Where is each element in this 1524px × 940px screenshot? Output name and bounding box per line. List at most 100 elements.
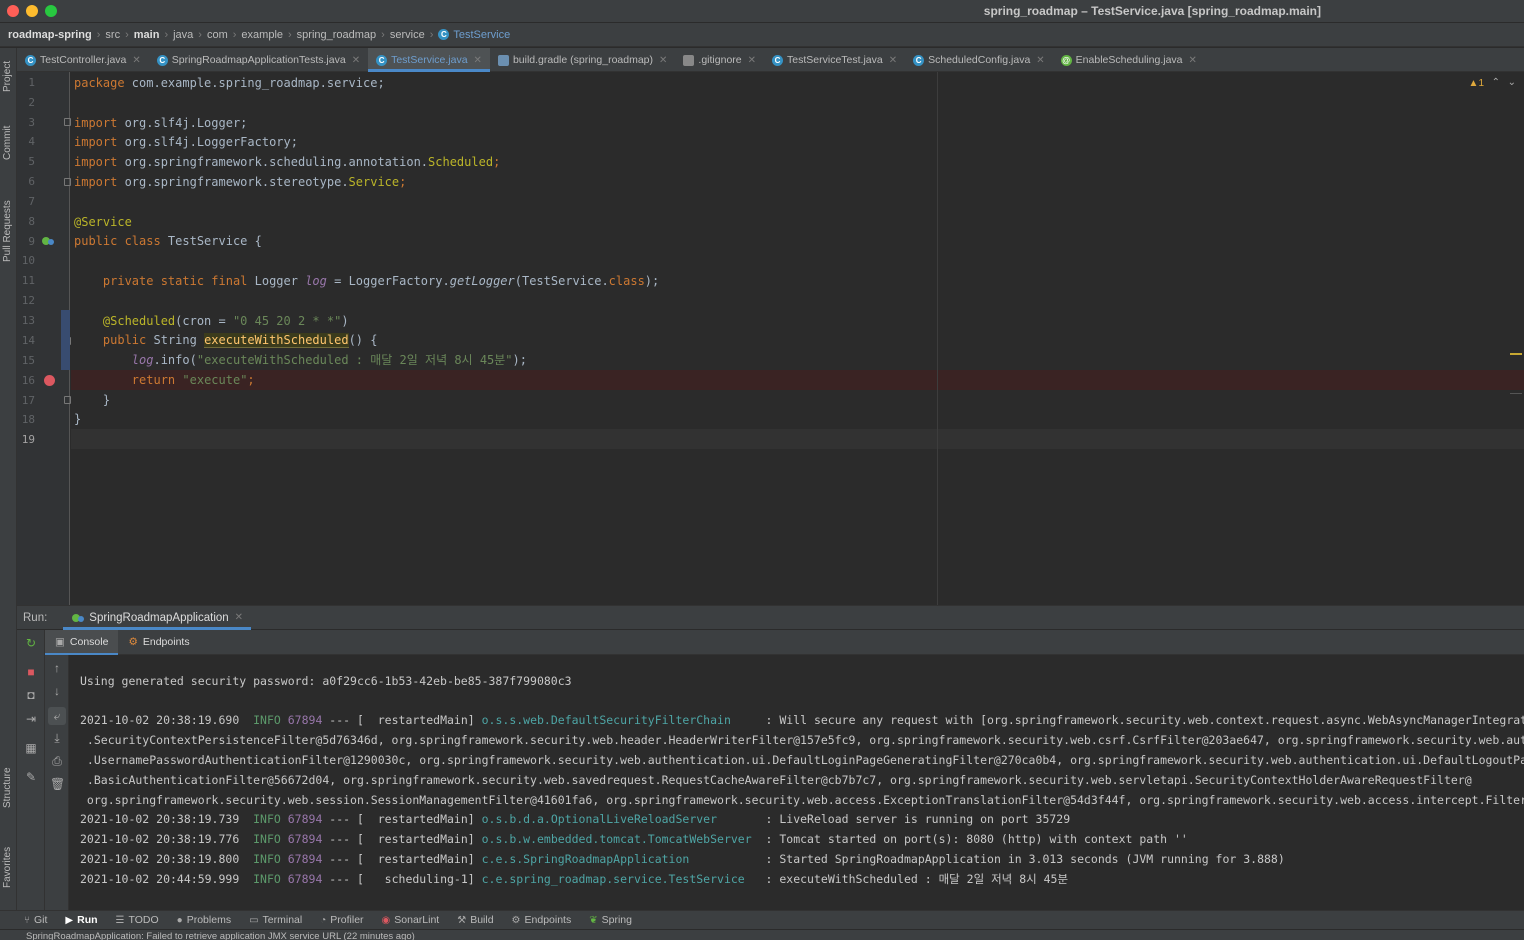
tab-scheduledconfig[interactable]: C ScheduledConfig.java ✕ [905,48,1053,72]
soft-wrap-icon[interactable]: ⤶ [48,707,66,725]
endpoints-tool-button[interactable]: ⚙ Endpoints [512,914,572,926]
scroll-up-icon[interactable]: ↑ [50,661,64,675]
breadcrumb-item[interactable]: com [207,29,228,41]
endpoints-icon: ⚙ [128,636,138,648]
pull-requests-tool-button[interactable]: Pull Requests [2,200,13,262]
scrollbar-marker[interactable] [1510,353,1522,355]
snapshot-icon[interactable]: ◘ [24,688,38,702]
layout-icon[interactable]: ▦ [24,741,38,755]
breadcrumb-item-current[interactable]: TestService [453,29,510,41]
breadcrumb-item[interactable]: spring_roadmap [297,29,377,41]
caret-row-highlight [71,429,1524,449]
breakpoint-icon[interactable] [44,375,55,386]
tab-testcontroller[interactable]: C TestController.java ✕ [17,48,149,72]
breadcrumb-item[interactable]: roadmap-spring [8,29,92,41]
close-tab-icon[interactable]: ✕ [748,55,756,66]
fold-marker-icon[interactable] [64,118,71,126]
scroll-down-icon[interactable]: ↓ [50,684,64,698]
warning-indicator[interactable]: ▲1 [1469,78,1484,89]
console-output[interactable]: Using generated security password: a0f29… [69,655,1524,910]
editor-gutter[interactable]: 1 2 3 4 5 6 7 8 9 10 11 12 13 14 15 16 1… [17,72,71,605]
status-message[interactable]: SpringRoadmapApplication: Failed to retr… [26,931,415,940]
close-tab-icon[interactable]: ✕ [1036,55,1044,66]
project-tool-button[interactable]: Project [2,61,13,92]
tab-endpoints[interactable]: ⚙ Endpoints [118,630,199,655]
class-icon: C [913,54,925,66]
tab-console[interactable]: ▣ Console [45,629,119,655]
code-editor[interactable]: 1 2 3 4 5 6 7 8 9 10 11 12 13 14 15 16 1… [17,72,1524,605]
status-bar: SpringRoadmapApplication: Failed to retr… [0,929,1524,940]
fold-marker-icon[interactable] [64,178,71,186]
build-tool-button[interactable]: ⚒ Build [457,914,493,926]
code-line: public String executeWithScheduled() { [102,333,378,348]
spring-run-icon [72,613,85,622]
console-line: 2021-10-02 20:38:19.690 INFO 67894 --- [… [80,713,1524,727]
console-line: 2021-10-02 20:38:19.739 INFO 67894 --- [… [80,812,1071,826]
tab-label: TestService.java [391,54,468,66]
window-title: spring_roadmap – TestService.java [sprin… [983,4,1321,18]
tab-testservicetest[interactable]: C TestServiceTest.java ✕ [764,48,905,72]
terminal-tool-button[interactable]: ▭ Terminal [249,914,302,926]
code-line: private static final Logger log = Logger… [102,274,660,288]
endpoints-icon: ⚙ [511,914,521,926]
close-tab-icon[interactable]: ✕ [132,55,140,66]
git-tool-button[interactable]: ⑂ Git [24,914,47,926]
tool-label: Endpoints [524,914,572,926]
commit-tool-button[interactable]: Commit [2,126,13,160]
close-tab-icon[interactable]: ✕ [659,55,667,66]
clear-all-icon[interactable]: 🗑 [50,777,65,791]
breadcrumb-item[interactable]: main [134,29,160,41]
favorites-tool-button[interactable]: Favorites [2,847,13,888]
tab-gitignore[interactable]: .gitignore ✕ [675,48,764,72]
close-tab-icon[interactable]: ✕ [474,55,482,66]
tab-enablescheduling[interactable]: @ EnableScheduling.java ✕ [1053,48,1205,72]
next-highlight-icon[interactable]: ⌄ [1508,77,1516,88]
stop-icon[interactable]: ■ [24,665,38,679]
line-number: 18 [21,413,35,426]
scroll-to-end-icon[interactable]: ⤓ [50,731,64,745]
tab-label: SpringRoadmapApplicationTests.java [171,54,346,66]
line-number: 8 [28,215,35,228]
tool-label: Spring [601,914,632,926]
print-icon[interactable]: ⎙ [50,754,64,768]
code-line: @Service [74,215,132,229]
console-line: 2021-10-02 20:38:19.776 INFO 67894 --- [… [80,832,1188,846]
breadcrumb-item[interactable]: service [390,29,425,41]
tab-springroadmapapplicationtests[interactable]: C SpringRoadmapApplicationTests.java ✕ [149,48,368,72]
exit-icon[interactable]: ⇥ [24,712,38,726]
spring-bean-icon[interactable] [41,235,55,247]
highlighted-method-name[interactable]: executeWithScheduled [204,333,349,348]
breadcrumb-item[interactable]: src [105,29,120,41]
class-icon: C [772,54,784,66]
profiler-tool-button[interactable]: ◔ Profiler [320,914,363,926]
pin-icon[interactable]: ✎ [24,770,38,784]
close-tab-icon[interactable]: ✕ [1189,55,1197,66]
close-tab-icon[interactable]: ✕ [352,55,360,66]
run-config-tab[interactable]: SpringRoadmapApplication ✕ [63,606,251,630]
todo-tool-button[interactable]: ☰ TODO [116,914,159,926]
run-tool-button[interactable]: ▶ Run [65,914,97,926]
breadcrumb-item[interactable]: java [173,29,193,41]
previous-highlight-icon[interactable]: ⌃ [1492,77,1500,88]
fold-marker-icon[interactable] [64,396,71,404]
breadcrumb-item[interactable]: example [241,29,283,41]
vcs-change-marker[interactable] [61,310,70,370]
rerun-icon[interactable]: ↻ [24,636,38,650]
sonarlint-tool-button[interactable]: ◉ SonarLint [382,914,440,926]
code-line: package com.example.spring_roadmap.servi… [74,76,385,90]
spring-tool-button[interactable]: ❦ Spring [589,914,632,926]
right-margin-guide [937,72,938,605]
console-line: 2021-10-02 20:38:19.800 INFO 67894 --- [… [80,852,1285,866]
tool-label: Profiler [330,914,364,926]
tab-build-gradle[interactable]: build.gradle (spring_roadmap) ✕ [490,48,675,72]
problems-tool-button[interactable]: ● Problems [177,914,231,926]
tool-label: SonarLint [394,914,440,926]
scrollbar-marker[interactable] [1510,393,1522,394]
tab-testservice[interactable]: C TestService.java ✕ [368,48,490,72]
tool-label: Git [34,914,48,926]
close-tab-icon[interactable]: ✕ [889,55,897,66]
close-tab-icon[interactable]: ✕ [235,612,243,623]
structure-tool-button[interactable]: Structure [2,767,13,808]
line-number: 16 [21,374,35,387]
breakpoint-row-highlight [71,370,1524,390]
